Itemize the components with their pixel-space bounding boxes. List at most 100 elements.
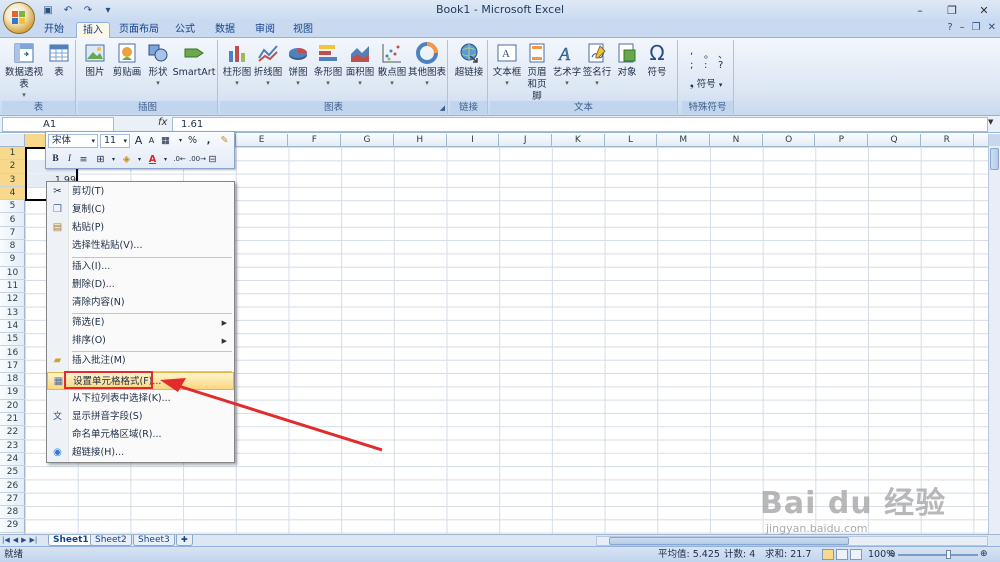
column-header-r[interactable]: R (921, 134, 974, 147)
borders-icon[interactable]: ⊞ (94, 153, 107, 166)
chevron-down-icon[interactable]: ▾ (133, 153, 146, 166)
decrease-decimal-icon[interactable]: .00→ (189, 153, 206, 166)
last-sheet-icon[interactable]: ▶| (30, 535, 38, 546)
split-handle[interactable] (989, 134, 1000, 146)
column-header-p[interactable]: P (816, 134, 869, 147)
minimize-button[interactable]: – (904, 0, 936, 20)
next-sheet-icon[interactable]: ▶ (21, 535, 26, 546)
menu-item-sort[interactable]: 排序(O) ▶ (47, 332, 234, 350)
row-header-26[interactable]: 26 (0, 480, 25, 493)
column-header-g[interactable]: G (341, 134, 394, 147)
menu-item-cut[interactable]: ✂ 剪切(T) (47, 183, 234, 201)
symbol-colon[interactable]: : (704, 60, 707, 71)
row-header-10[interactable]: 10 (0, 267, 25, 280)
sheet-tab-sheet2[interactable]: Sheet2 (90, 535, 132, 546)
row-header-18[interactable]: 18 (0, 373, 25, 387)
menu-item-define-name[interactable]: 命名单元格区域(R)... (47, 426, 234, 444)
menu-item-copy[interactable]: ❐ 复制(C) (47, 201, 234, 219)
menu-item-delete[interactable]: 删除(D)... (47, 276, 234, 294)
column-chart-button[interactable]: 柱形图 ▾ (222, 42, 252, 87)
row-header-20[interactable]: 20 (0, 400, 25, 413)
symbol-comma[interactable]: , (690, 46, 693, 57)
column-header-i[interactable]: I (447, 134, 500, 147)
normal-view-icon[interactable] (822, 549, 834, 560)
tab-data[interactable]: 数据 (208, 22, 242, 38)
ribbon-close-icon[interactable]: ✕ (988, 22, 996, 33)
page-break-view-icon[interactable] (850, 549, 862, 560)
row-header-19[interactable]: 19 (0, 386, 25, 400)
menu-item-filter[interactable]: 筛选(E) ▶ (47, 314, 234, 332)
align-center-icon[interactable]: ≡ (77, 153, 90, 166)
row-header-27[interactable]: 27 (0, 493, 25, 507)
font-color-icon[interactable]: A (146, 153, 159, 166)
smartart-button[interactable]: SmartArt (172, 42, 216, 79)
first-sheet-icon[interactable]: |◀ (2, 535, 10, 546)
line-chart-button[interactable]: 折线图 ▾ (252, 42, 284, 87)
column-header-f[interactable]: F (289, 134, 342, 147)
scroll-thumb[interactable] (990, 148, 999, 170)
row-header-4[interactable]: 4 (0, 186, 25, 201)
insert-sheet-icon[interactable]: ✚ (176, 535, 193, 546)
row-header-24[interactable]: 24 (0, 453, 25, 467)
column-header-j[interactable]: J (499, 134, 552, 147)
column-header-k[interactable]: K (552, 134, 605, 147)
zoom-slider[interactable] (898, 554, 978, 556)
tab-home[interactable]: 开始 (36, 22, 72, 38)
dialog-launcher-icon[interactable]: ◢ (440, 104, 445, 112)
close-button[interactable]: ✕ (968, 0, 1000, 20)
select-all-button[interactable] (0, 134, 25, 147)
row-header-14[interactable]: 14 (0, 320, 25, 334)
page-layout-view-icon[interactable] (836, 549, 848, 560)
clipart-button[interactable]: 剪贴画 (110, 42, 144, 79)
row-header-25[interactable]: 25 (0, 466, 25, 480)
column-header-l[interactable]: L (605, 134, 658, 147)
header-footer-button[interactable]: 页眉和页脚 (522, 42, 552, 103)
row-header-13[interactable]: 13 (0, 307, 25, 320)
textbox-button[interactable]: A 文本框 ▾ (492, 42, 522, 87)
chevron-down-icon[interactable]: ▾ (159, 153, 172, 166)
row-header-5[interactable]: 5 (0, 200, 25, 214)
menu-item-paste[interactable]: ▤ 粘贴(P) (47, 219, 234, 237)
menu-item-hyperlink[interactable]: ◉ 超链接(H)... (47, 444, 234, 462)
font-size-select[interactable]: 11 ▾ (100, 134, 130, 148)
vertical-scrollbar[interactable] (988, 134, 1000, 534)
row-header-17[interactable]: 17 (0, 360, 25, 374)
menu-item-clear-contents[interactable]: 清除内容(N) (47, 294, 234, 312)
row-header-6[interactable]: 6 (0, 214, 25, 227)
horizontal-scrollbar[interactable] (596, 536, 988, 546)
shapes-button[interactable]: 形状 ▾ (144, 42, 172, 87)
column-header-h[interactable]: H (394, 134, 447, 147)
row-header-15[interactable]: 15 (0, 333, 25, 347)
tab-page-layout[interactable]: 页面布局 (114, 22, 164, 38)
tab-review[interactable]: 审阅 (248, 22, 282, 38)
row-header-16[interactable]: 16 (0, 347, 25, 360)
comma-style-button[interactable]: , (202, 134, 215, 147)
restore-button[interactable]: ❐ (936, 0, 968, 20)
shrink-font-button[interactable]: A (145, 134, 158, 147)
table-button[interactable]: 表 (46, 42, 72, 79)
row-header-22[interactable]: 22 (0, 426, 25, 440)
column-header-n[interactable]: N (710, 134, 763, 147)
row-header-11[interactable]: 11 (0, 280, 25, 294)
percent-style-button[interactable]: % (186, 134, 199, 147)
font-name-select[interactable]: 宋体 ▾ (48, 134, 98, 148)
scatter-chart-button[interactable]: 散点图 ▾ (376, 42, 408, 87)
prev-sheet-icon[interactable]: ◀ (13, 535, 18, 546)
insert-function-button[interactable]: fx (158, 117, 167, 128)
row-header-12[interactable]: 12 (0, 293, 25, 307)
zoom-slider-thumb[interactable] (946, 550, 951, 559)
menu-item-show-phonetic[interactable]: 文 显示拼音字段(S) (47, 408, 234, 426)
row-header-7[interactable]: 7 (0, 227, 25, 241)
symbol-semicolon[interactable]: ; (690, 60, 693, 71)
bar-chart-button[interactable]: 条形图 ▾ (312, 42, 344, 87)
row-header-8[interactable]: 8 (0, 240, 25, 254)
row-header-29[interactable]: 29 (0, 519, 25, 533)
menu-item-paste-special[interactable]: 选择性粘贴(V)... (47, 237, 234, 255)
row-header-2[interactable]: 2 (0, 160, 25, 174)
fill-color-icon[interactable]: ◈ (120, 153, 133, 166)
pie-chart-button[interactable]: 饼图 ▾ (284, 42, 312, 87)
increase-decimal-icon[interactable]: .0← (173, 153, 186, 166)
column-header-q[interactable]: Q (868, 134, 921, 147)
zoom-out-icon[interactable]: ⊖ (888, 547, 896, 562)
ribbon-minimize-icon[interactable]: – (960, 22, 965, 33)
